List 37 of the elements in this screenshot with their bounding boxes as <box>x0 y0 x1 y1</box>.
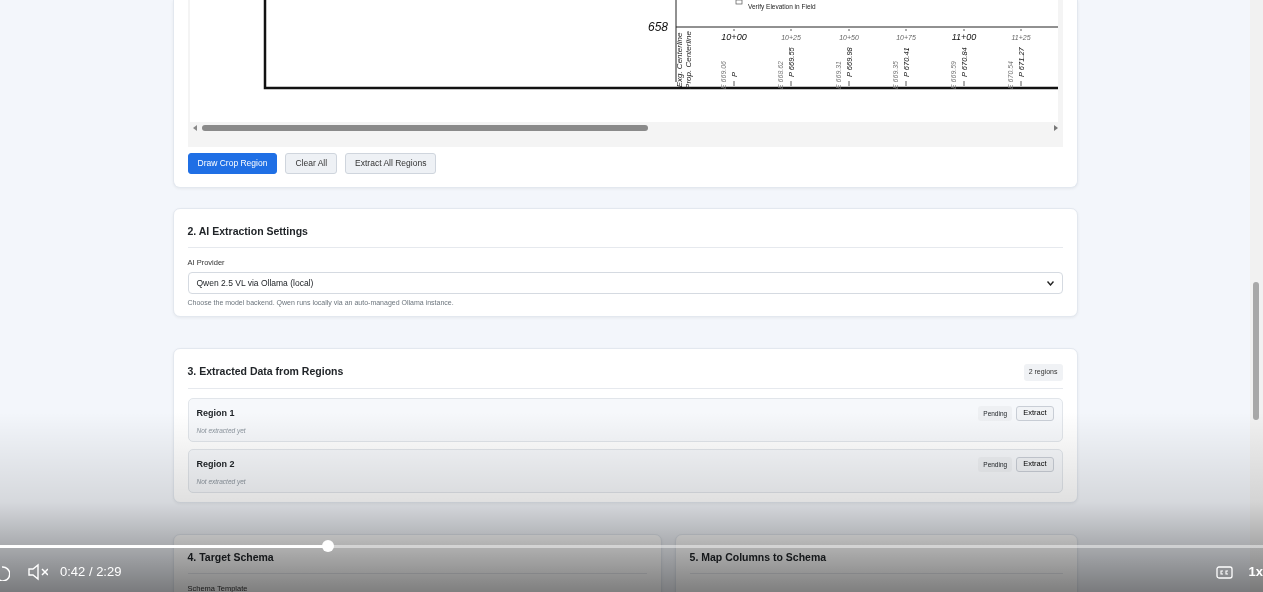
tick-mark <box>963 28 964 32</box>
scroll-right-icon[interactable] <box>1052 125 1059 131</box>
legend-icon <box>735 0 742 5</box>
tick-mark <box>790 28 791 32</box>
scroll-left-icon[interactable] <box>191 125 198 131</box>
tick-mark <box>848 80 849 87</box>
section-title: 2. AI Extraction Settings <box>187 225 308 237</box>
time-display: 0:42 / 2:29 <box>60 563 122 582</box>
tick-mark <box>963 80 964 87</box>
captions-icon[interactable] <box>1215 565 1233 579</box>
toolbar-button[interactable]: Clear All <box>285 153 338 174</box>
tick-mark <box>733 80 734 87</box>
toolbar-button[interactable]: Draw Crop Region <box>187 153 278 174</box>
seek-bar[interactable] <box>0 540 1263 552</box>
station-label: 11+00 <box>951 32 976 42</box>
page-scrollbar[interactable] <box>1250 0 1263 592</box>
section-title: 3. Extracted Data from Regions <box>187 364 344 380</box>
region-name: Region 2 <box>196 457 235 471</box>
mute-icon[interactable] <box>28 563 48 581</box>
section-title: 5. Map Columns to Schema <box>689 551 827 563</box>
tick-mark <box>1020 28 1021 32</box>
tick-mark <box>790 80 791 87</box>
tick-mark <box>905 28 906 32</box>
tick-mark <box>848 28 849 32</box>
row-label: Prop. Centerline <box>683 31 693 89</box>
section-title: 4. Target Schema <box>187 551 274 563</box>
tick-mark <box>733 28 734 32</box>
chevron-icon <box>1046 280 1054 286</box>
toolbar-button[interactable]: Extract All Regions <box>345 153 437 174</box>
tick-mark <box>1020 80 1021 87</box>
tick-mark <box>905 80 906 87</box>
region-name: Region 1 <box>196 406 235 420</box>
station-label: 10+00 <box>720 32 747 42</box>
row-label: Exg. Centerline <box>674 32 684 88</box>
provider-select[interactable]: Qwen 2.5 VL via Ollama (local) <box>187 272 1063 294</box>
elevation-label: 658 <box>647 20 668 34</box>
rewind-icon[interactable] <box>0 563 10 581</box>
